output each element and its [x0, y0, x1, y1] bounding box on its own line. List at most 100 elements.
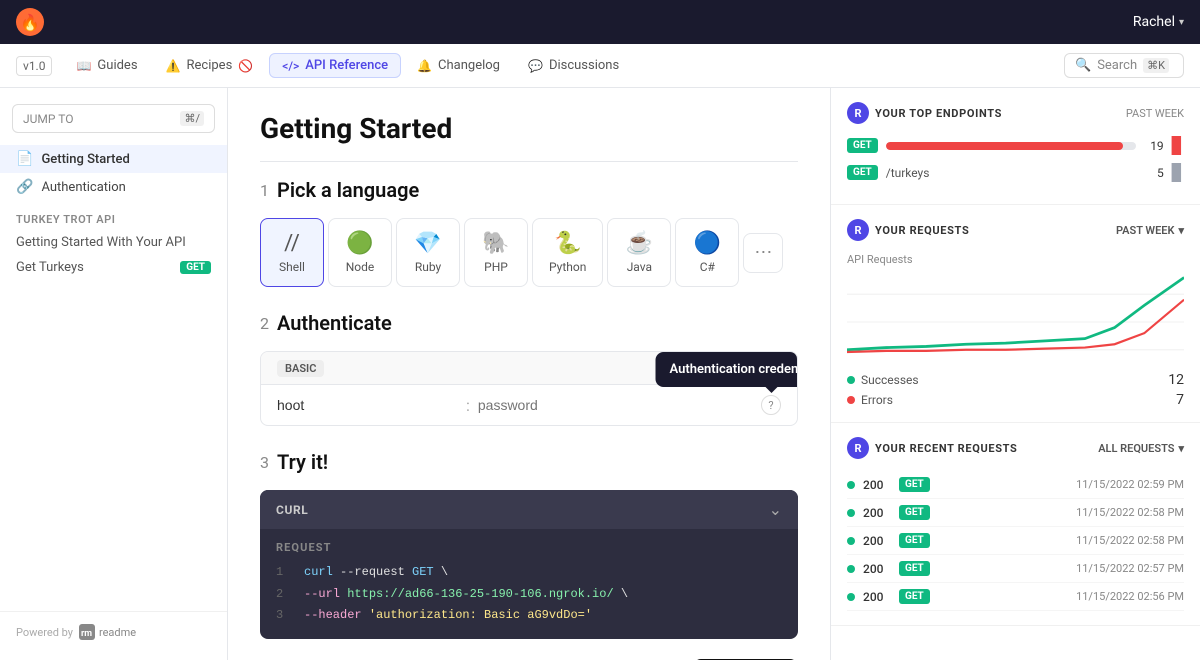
- tab-guides[interactable]: 📖 Guides: [64, 54, 149, 77]
- lang-csharp[interactable]: 🔵 C#: [675, 218, 739, 287]
- recent-timestamp: 11/15/2022 02:58 PM: [1076, 506, 1184, 519]
- code-icon: </>: [282, 59, 299, 73]
- your-requests-section: R YOUR REQUESTS PAST WEEK ▾ API Requests: [831, 205, 1200, 423]
- recent-requests-title-row: R YOUR RECENT REQUESTS: [847, 437, 1018, 459]
- your-requests-title-row: R YOUR REQUESTS: [847, 219, 969, 241]
- rp-avatar-endpoints: R: [847, 102, 869, 124]
- tab-discussions[interactable]: 💬 Discussions: [516, 54, 631, 77]
- auth-box: BASIC : ? Authentication credentials for…: [260, 351, 798, 426]
- tab-recipes[interactable]: ⚠️ Recipes 🚫: [154, 54, 266, 77]
- recent-status: 200: [863, 534, 891, 548]
- bell-icon: 🔔: [417, 59, 432, 73]
- username-label: Rachel: [1133, 14, 1175, 30]
- recent-status: 200: [863, 478, 891, 492]
- shell-icon: //: [284, 231, 300, 256]
- recent-method: GET: [899, 505, 930, 520]
- recent-dot: [847, 481, 855, 489]
- lang-java-label: Java: [627, 260, 652, 274]
- sidebar-link-getting-started-api[interactable]: Getting Started With Your API: [0, 230, 227, 255]
- lang-shell[interactable]: // Shell: [260, 218, 324, 287]
- python-icon: 🐍: [554, 231, 581, 256]
- endpoint-0-bar-wrap: [886, 138, 1136, 154]
- your-requests-title: YOUR REQUESTS: [875, 224, 969, 237]
- lang-ruby[interactable]: 💎 Ruby: [396, 218, 460, 287]
- section-3-header: 3 Try it!: [260, 450, 798, 474]
- endpoint-1-method: GET: [847, 165, 878, 180]
- readme-logo: rm readme: [79, 624, 136, 640]
- stats-rows: Successes 12 Errors 7: [847, 372, 1184, 408]
- lang-java[interactable]: ☕ Java: [607, 218, 671, 287]
- auth-type-badge: BASIC: [277, 360, 324, 377]
- lang-python[interactable]: 🐍 Python: [532, 218, 603, 287]
- jump-to-shortcut: ⌘/: [180, 111, 204, 126]
- tab-changelog-label: Changelog: [438, 58, 500, 73]
- auth-row: : ? Authentication credentials for hoot: [261, 385, 797, 425]
- curl-title: CURL: [276, 503, 308, 517]
- line-num-3: 3: [276, 605, 292, 627]
- chart-label: API Requests: [847, 253, 1184, 266]
- tab-discussions-label: Discussions: [549, 58, 619, 73]
- error-dot: [847, 396, 855, 404]
- recent-row: 200 GET 11/15/2022 02:58 PM: [847, 499, 1184, 527]
- recent-requests-title: YOUR RECENT REQUESTS: [875, 442, 1018, 455]
- sidebar-item-getting-started[interactable]: 📄 Getting Started: [0, 145, 227, 173]
- recent-status: 200: [863, 506, 891, 520]
- lang-node-label: Node: [346, 260, 375, 274]
- section-3-title: Try it!: [277, 450, 328, 474]
- sidebar-authentication-label: Authentication: [41, 180, 125, 195]
- section-2-header: 2 Authenticate: [260, 311, 798, 335]
- sidebar-link-get-turkeys[interactable]: Get Turkeys GET: [0, 255, 227, 280]
- sidebar-link-getting-started-api-label: Getting Started With Your API: [16, 235, 186, 250]
- auth-box-header: BASIC: [261, 352, 797, 385]
- success-dot: [847, 376, 855, 384]
- jump-to-box[interactable]: JUMP TO ⌘/: [12, 104, 215, 133]
- chevron-down-icon: ▾: [1179, 17, 1184, 28]
- line-code-1: curl --request GET \: [304, 562, 448, 584]
- language-picker: // Shell 🟢 Node 💎 Ruby 🐘 PHP 🐍 Pyt: [260, 218, 798, 287]
- curl-expand-icon[interactable]: ⌄: [769, 500, 782, 519]
- curl-line-1: 1 curl --request GET \: [276, 562, 782, 584]
- help-icon[interactable]: ?: [761, 395, 781, 415]
- lang-node[interactable]: 🟢 Node: [328, 218, 392, 287]
- sidebar-getting-started-label: Getting Started: [41, 152, 129, 167]
- top-endpoints-title-row: R YOUR TOP ENDPOINTS: [847, 102, 1002, 124]
- sidebar: JUMP TO ⌘/ 📄 Getting Started 🔗 Authentic…: [0, 88, 228, 660]
- section-pick-language: 1 Pick a language // Shell 🟢 Node 💎 Ruby…: [260, 178, 798, 287]
- top-endpoints-header: R YOUR TOP ENDPOINTS PAST WEEK: [847, 102, 1184, 124]
- curl-line-2: 2 --url https://ad66-136-25-190-106.ngro…: [276, 584, 782, 606]
- section-1-header: 1 Pick a language: [260, 178, 798, 202]
- recent-rows-list: 200 GET 11/15/2022 02:59 PM 200 GET 11/1…: [847, 471, 1184, 611]
- tooltip-wrapper: ? Authentication credentials for hoot: [761, 395, 781, 415]
- recent-method: GET: [899, 533, 930, 548]
- chevron-down-recent-icon: ▾: [1178, 442, 1184, 455]
- document-icon: 📄: [16, 151, 33, 167]
- requests-chart: [847, 272, 1184, 372]
- auth-username-input[interactable]: [277, 397, 458, 413]
- tab-changelog[interactable]: 🔔 Changelog: [405, 54, 512, 77]
- php-icon: 🐘: [482, 231, 509, 256]
- recent-method: GET: [899, 589, 930, 604]
- auth-password-input[interactable]: [478, 397, 753, 413]
- main-layout: JUMP TO ⌘/ 📄 Getting Started 🔗 Authentic…: [0, 88, 1200, 660]
- lang-php[interactable]: 🐘 PHP: [464, 218, 528, 287]
- curl-code: 1 curl --request GET \ 2 --url https://a…: [276, 562, 782, 627]
- endpoint-1-icon: ▊: [1172, 163, 1184, 182]
- errors-label: Errors: [861, 393, 893, 407]
- curl-body: REQUEST 1 curl --request GET \ 2 --url h…: [260, 529, 798, 639]
- recent-row: 200 GET 11/15/2022 02:58 PM: [847, 527, 1184, 555]
- get-turkeys-badge: GET: [180, 261, 211, 274]
- main-content: Getting Started 1 Pick a language // She…: [228, 88, 830, 660]
- sidebar-item-authentication[interactable]: 🔗 Authentication: [0, 173, 227, 201]
- tab-bar: v1.0 📖 Guides ⚠️ Recipes 🚫 </> API Refer…: [0, 44, 1200, 88]
- all-requests-dropdown[interactable]: ALL REQUESTS ▾: [1098, 442, 1184, 455]
- alert-icon: ⚠️: [166, 59, 181, 73]
- more-languages-button[interactable]: ⋯: [743, 233, 783, 273]
- user-menu[interactable]: Rachel ▾: [1133, 14, 1184, 30]
- java-icon: ☕: [626, 231, 653, 256]
- line-num-2: 2: [276, 584, 292, 606]
- past-week-dropdown[interactable]: PAST WEEK ▾: [1116, 224, 1184, 237]
- successes-label: Successes: [861, 373, 919, 387]
- section-3-num: 3: [260, 453, 269, 472]
- search-bar[interactable]: 🔍 Search ⌘K: [1064, 53, 1184, 78]
- tab-api-reference[interactable]: </> API Reference: [269, 53, 401, 78]
